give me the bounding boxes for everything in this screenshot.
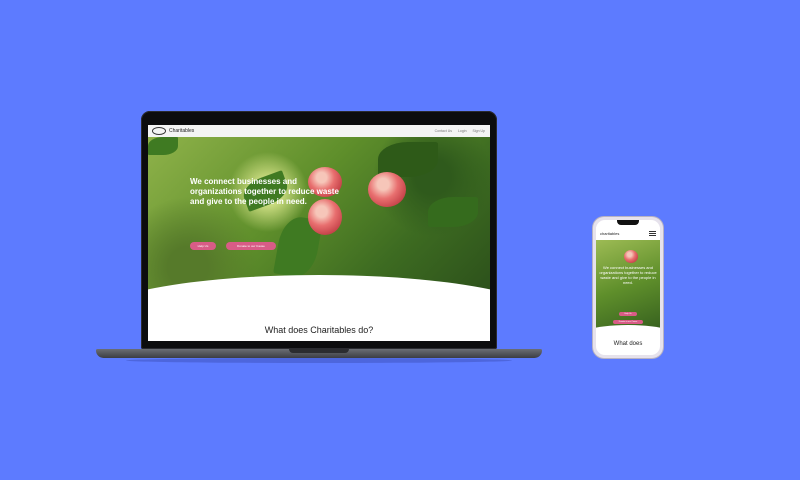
section-title: What does Charitables do? [264,325,374,335]
nav-links: Contact Us Login Sign Up [435,129,485,133]
charitables-logo-icon[interactable] [152,127,166,135]
apple-image [368,172,406,207]
mobile-donate-button[interactable]: Donate to our Cause [613,320,643,324]
laptop-shadow [126,358,512,363]
phone-mockup: charitables We connect businesses and or… [593,217,663,358]
mobile-help-us-button[interactable]: Help Us [619,312,637,316]
mobile-navbar: charitables [596,227,660,240]
help-us-button[interactable]: Help Us [190,242,216,250]
laptop-notch [289,349,349,353]
mobile-hero: We connect businesses and organizations … [596,240,660,332]
laptop-mockup: Charitables Contact Us Login Sign Up We … [96,111,542,363]
hero-curve-divider [148,275,490,312]
site-brand[interactable]: Charitables [169,128,194,134]
mobile-hero-headline: We connect businesses and organizations … [599,265,657,285]
mobile-hero-curve [596,325,660,332]
nav-link-contact[interactable]: Contact Us [435,129,452,133]
laptop-screen: Charitables Contact Us Login Sign Up We … [148,125,490,341]
mobile-brand[interactable]: charitables [600,231,619,236]
nav-link-signup[interactable]: Sign Up [473,129,485,133]
site-navbar: Charitables Contact Us Login Sign Up [148,125,490,137]
donate-button[interactable]: Donate to our Cause [226,242,276,250]
hero-headline: We connect businesses and organizations … [190,177,339,206]
nav-link-login[interactable]: Login [458,129,467,133]
hero-section: We connect businesses and organizations … [148,137,490,312]
phone-screen: charitables We connect businesses and or… [596,220,660,355]
apple-image [624,250,638,263]
mobile-section-title: What does [613,341,643,347]
hamburger-menu-icon[interactable] [649,231,656,236]
phone-notch [617,220,639,225]
